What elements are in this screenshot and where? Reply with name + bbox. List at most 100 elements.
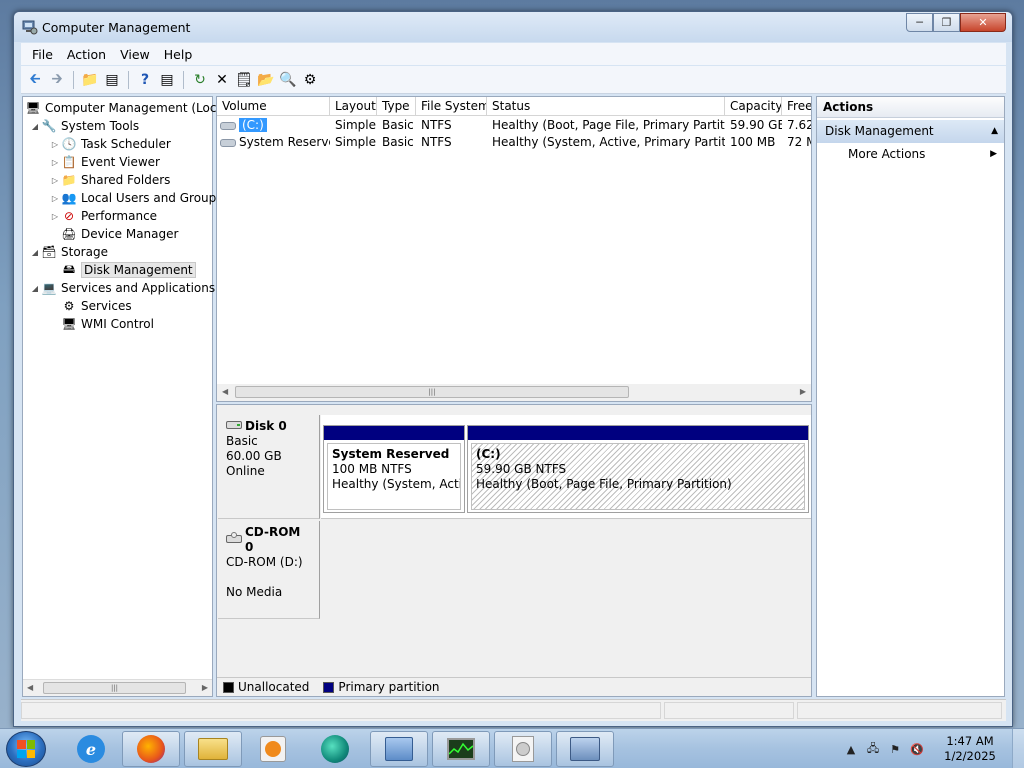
forward-button[interactable]: 🡲: [47, 70, 67, 90]
menu-action[interactable]: Action: [60, 47, 113, 62]
taskbar-app-browser[interactable]: [306, 731, 364, 767]
device-manager-icon: 🖨: [61, 227, 77, 241]
status-pane-1: [21, 702, 661, 719]
expanded-arrow-icon[interactable]: ◢: [29, 248, 41, 257]
taskbar-disc-app[interactable]: [494, 731, 552, 767]
partition-info: (C:) 59.90 GB NTFS Healthy (Boot, Page F…: [471, 443, 805, 510]
minimize-button[interactable]: ─: [906, 13, 933, 32]
collapsed-arrow-icon[interactable]: ▷: [49, 194, 61, 203]
tree-item-local-users-groups[interactable]: ▷ 👥 Local Users and Groups: [49, 189, 223, 207]
column-header-layout[interactable]: Layout: [330, 97, 377, 116]
collapsed-arrow-icon[interactable]: ▷: [49, 158, 61, 167]
collapsed-arrow-icon[interactable]: ▷: [49, 176, 61, 185]
tree-horizontal-scrollbar[interactable]: ◀ ||| ▶: [23, 679, 212, 696]
maximize-button[interactable]: ❐: [933, 13, 960, 32]
taskbar-media-player[interactable]: [244, 731, 302, 767]
clock[interactable]: 1:47 AM 1/2/2025: [934, 734, 1006, 764]
partition-c-drive[interactable]: (C:) 59.90 GB NTFS Healthy (Boot, Page F…: [467, 425, 809, 513]
network-icon[interactable]: 🖧: [864, 740, 882, 759]
taskbar-control-panel[interactable]: [370, 731, 428, 767]
collapse-up-icon[interactable]: ▲: [991, 120, 998, 143]
tree-root[interactable]: 🖥 Computer Management (Local: [25, 99, 227, 117]
tree-item-storage[interactable]: ◢ 🗃 Storage: [29, 243, 108, 261]
back-button[interactable]: 🡰: [25, 70, 45, 90]
primary-partition-bar: [324, 426, 464, 440]
tree-item-wmi-control[interactable]: 🖥 WMI Control: [61, 315, 154, 333]
show-desktop-button[interactable]: [1012, 729, 1024, 768]
computer-management-icon: [22, 19, 38, 35]
partition-name: (C:): [476, 447, 501, 461]
expanded-arrow-icon[interactable]: ◢: [29, 122, 41, 131]
tree-item-event-viewer[interactable]: ▷ 📋 Event Viewer: [49, 153, 160, 171]
volume-muted-icon[interactable]: 🔇: [908, 743, 926, 756]
properties-button[interactable]: 🗒: [234, 70, 254, 90]
column-header-volume[interactable]: Volume: [217, 97, 330, 116]
disk-management-icon: 🖴: [62, 261, 76, 276]
partition-system-reserved[interactable]: System Reserved 100 MB NTFS Healthy (Sys…: [323, 425, 465, 513]
delete-button[interactable]: ✕: [212, 70, 232, 90]
control-panel-icon: [385, 737, 413, 761]
find-button[interactable]: 🔍: [278, 70, 298, 90]
show-hidden-icons-chevron-icon[interactable]: ▲: [842, 743, 860, 756]
tree-label: Services: [81, 299, 132, 313]
tree-label: WMI Control: [81, 317, 154, 331]
tree-item-device-manager[interactable]: 🖨 Device Manager: [61, 225, 178, 243]
help-button[interactable]: ?: [135, 70, 155, 90]
column-header-capacity[interactable]: Capacity: [725, 97, 782, 116]
taskbar-task-manager[interactable]: [432, 731, 490, 767]
start-button[interactable]: [6, 731, 46, 767]
performance-icon: ⊘: [63, 209, 75, 223]
tree-item-task-scheduler[interactable]: ▷ 🕓 Task Scheduler: [49, 135, 171, 153]
menu-file[interactable]: File: [25, 47, 60, 62]
tree-item-services[interactable]: ⚙ Services: [61, 297, 132, 315]
refresh-button[interactable]: ↻: [190, 70, 210, 90]
taskbar-internet-explorer[interactable]: e: [62, 731, 120, 767]
show-hide-tree-button[interactable]: ▤: [102, 70, 122, 90]
disk-map: Disk 0 Basic 60.00 GB Online System Rese…: [216, 404, 812, 697]
taskbar-computer-management[interactable]: [556, 731, 614, 767]
menu-help[interactable]: Help: [157, 47, 200, 62]
menu-bar: File Action View Help: [21, 43, 1006, 65]
collapsed-arrow-icon[interactable]: ▷: [49, 140, 61, 149]
tree-item-system-tools[interactable]: ◢ 🔧 System Tools: [29, 117, 139, 135]
title-bar[interactable]: Computer Management ─ ❐ ✕: [14, 12, 1012, 42]
status-bar: [21, 699, 1006, 721]
disk-settings-button[interactable]: ⚙: [300, 70, 320, 90]
column-header-file-system[interactable]: File System: [416, 97, 487, 116]
scroll-thumb[interactable]: |||: [43, 682, 186, 694]
scroll-left-icon[interactable]: ◀: [222, 387, 228, 396]
collapsed-arrow-icon[interactable]: ▷: [49, 212, 61, 221]
column-header-free[interactable]: Free: [782, 97, 811, 116]
scroll-right-icon[interactable]: ▶: [202, 683, 208, 692]
more-actions-item[interactable]: More Actions ▶: [817, 143, 1004, 165]
show-hide-action-pane-button[interactable]: ▤: [157, 70, 177, 90]
close-button[interactable]: ✕: [960, 13, 1006, 32]
tree-item-performance[interactable]: ▷ ⊘ Performance: [49, 207, 157, 225]
scroll-thumb[interactable]: |||: [235, 386, 629, 398]
tree-label: Local Users and Groups: [81, 191, 223, 205]
taskbar-firefox[interactable]: [122, 731, 180, 767]
tree-item-shared-folders[interactable]: ▷ 📁 Shared Folders: [49, 171, 170, 189]
open-button[interactable]: 📂: [256, 70, 276, 90]
column-header-type[interactable]: Type: [377, 97, 416, 116]
scroll-right-icon[interactable]: ▶: [800, 387, 806, 396]
computer-management-icon: [570, 737, 600, 761]
tree-item-disk-management[interactable]: 🖴 Disk Management: [61, 261, 196, 279]
up-folder-icon: 📁: [81, 71, 99, 88]
up-folder-button[interactable]: 📁: [80, 70, 100, 90]
cdrom-0-label[interactable]: CD-ROM 0 CD-ROM (D:) No Media: [218, 521, 320, 619]
cdrom-name: CD-ROM 0: [245, 525, 301, 554]
action-center-flag-icon[interactable]: ⚑: [886, 743, 904, 756]
close-icon: ✕: [978, 16, 988, 29]
partition-info: System Reserved 100 MB NTFS Healthy (Sys…: [327, 443, 461, 510]
tree-item-services-applications[interactable]: ◢ 💻 Services and Applications: [29, 279, 215, 297]
menu-view[interactable]: View: [113, 47, 157, 62]
taskbar-file-explorer[interactable]: [184, 731, 242, 767]
column-header-status[interactable]: Status: [487, 97, 725, 116]
volume-horizontal-scrollbar[interactable]: ◀ ||| ▶: [217, 384, 811, 401]
firefox-icon: [137, 735, 165, 763]
scroll-left-icon[interactable]: ◀: [27, 683, 33, 692]
disk-0-label[interactable]: Disk 0 Basic 60.00 GB Online: [218, 415, 320, 519]
actions-section-disk-management[interactable]: Disk Management ▲: [817, 120, 1004, 143]
expanded-arrow-icon[interactable]: ◢: [29, 284, 41, 293]
